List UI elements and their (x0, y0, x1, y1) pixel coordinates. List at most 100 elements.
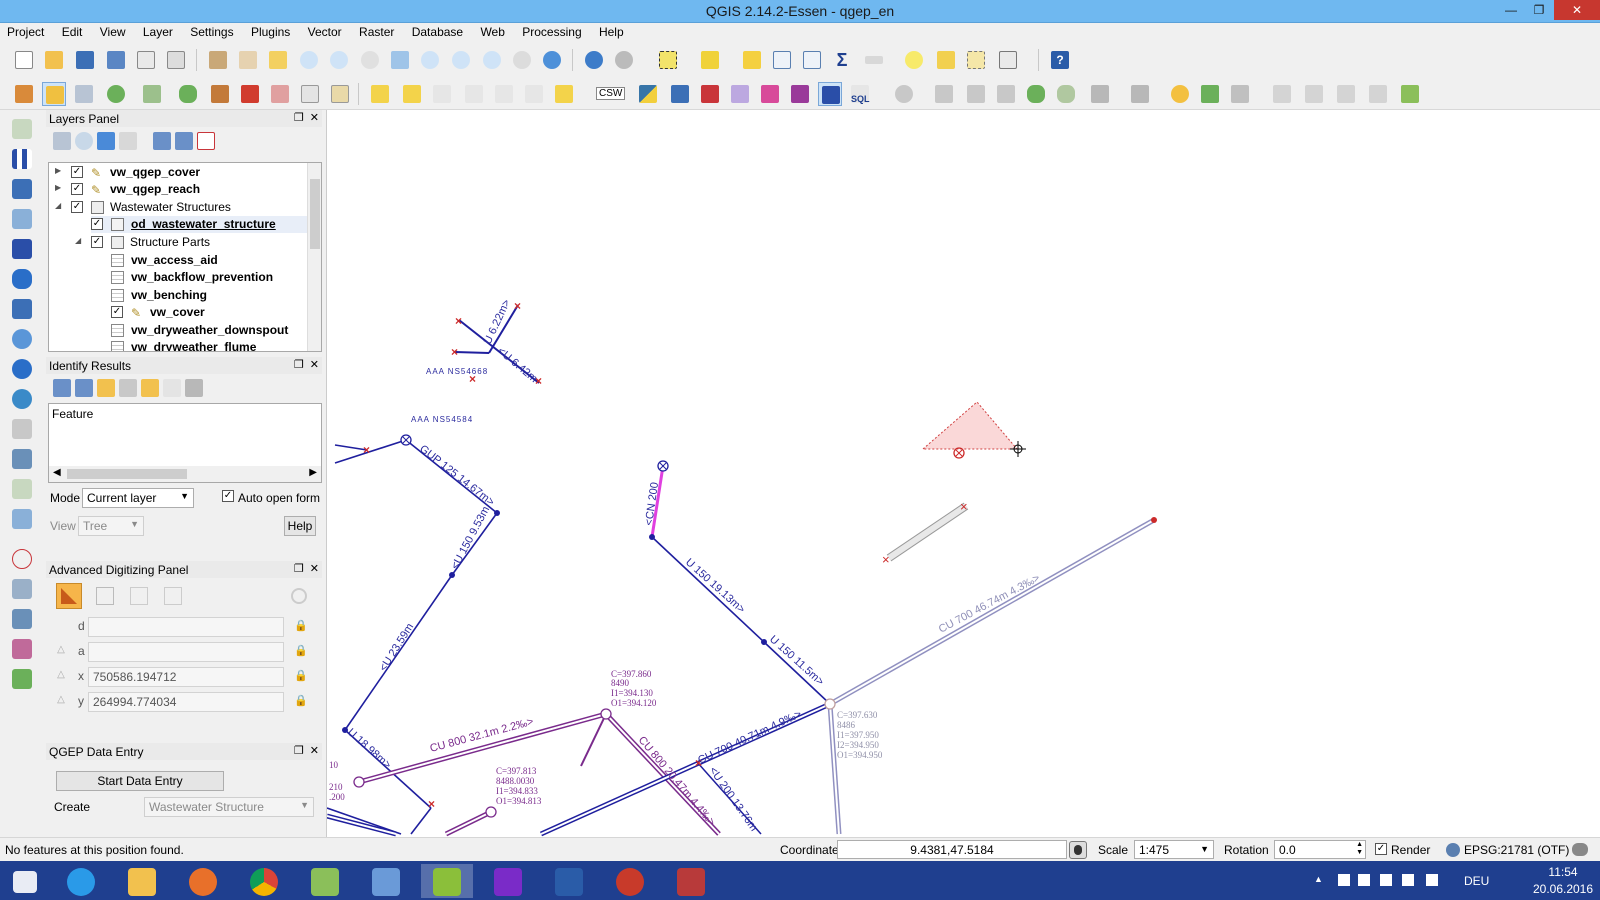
node-edit-button[interactable] (208, 82, 232, 106)
tree-item-vw-access-aid[interactable]: vw_access_aid (49, 252, 305, 269)
menu-edit[interactable]: Edit (55, 23, 90, 39)
menu-plugins[interactable]: Plugins (244, 23, 297, 39)
crs-label[interactable]: EPSG:21781 (OTF) (1464, 843, 1569, 857)
scroll-left-icon[interactable]: ◀ (53, 467, 61, 478)
float-icon[interactable]: ❐ (294, 563, 304, 575)
flag-icon[interactable] (1338, 874, 1350, 886)
menu-settings[interactable]: Settings (183, 23, 240, 39)
clock-time[interactable]: 11:54 (1528, 865, 1598, 879)
close-icon[interactable]: ✕ (310, 359, 319, 371)
maximize-button[interactable]: ❐ (1525, 0, 1553, 20)
menu-web[interactable]: Web (473, 23, 511, 39)
remove-layer-button[interactable] (194, 129, 218, 153)
lock-icon[interactable]: 🔒 (294, 669, 308, 685)
filter-expression-button[interactable] (116, 129, 140, 153)
move-feature-button[interactable] (176, 82, 200, 106)
taskbar-app-64[interactable] (604, 864, 656, 898)
taskbar-search[interactable] (482, 864, 534, 898)
taskbar-image-viewer[interactable] (360, 864, 412, 898)
manhole-node[interactable] (824, 698, 836, 710)
advanced-edit-button-11[interactable] (1228, 82, 1252, 106)
create-select[interactable]: Wastewater Structure ▼ (144, 797, 314, 817)
menu-project[interactable]: Project (0, 23, 51, 39)
add-virtual-layer-button[interactable] (8, 446, 36, 472)
label-toolbar-button-1[interactable] (368, 82, 392, 106)
windows-tray-icon[interactable] (1358, 874, 1370, 886)
advanced-edit-button-8[interactable] (1128, 82, 1152, 106)
advanced-edit-button-7[interactable] (1088, 82, 1112, 106)
advanced-edit-button-16[interactable] (1398, 82, 1422, 106)
manhole-node[interactable] (353, 776, 365, 788)
globe-icon[interactable] (1446, 843, 1460, 857)
lock-icon[interactable]: 🔒 (294, 644, 308, 660)
add-db2-layer-button[interactable] (8, 296, 36, 322)
gps-tool-button[interactable] (8, 546, 36, 572)
identify-hscrollbar[interactable]: ◀ ▶ (49, 466, 321, 482)
add-spatialite-layer-button[interactable] (8, 206, 36, 232)
relative-icon[interactable]: △ (54, 694, 68, 708)
refresh-button[interactable] (540, 48, 564, 72)
select-features-button[interactable] (656, 48, 680, 72)
open-project-button[interactable] (42, 48, 66, 72)
print-results-button[interactable] (182, 376, 206, 400)
toggle-extents-button[interactable] (1069, 841, 1087, 859)
new-print-composer-button[interactable] (134, 48, 158, 72)
menu-layer[interactable]: Layer (136, 23, 180, 39)
new-bookmark-button[interactable] (934, 48, 958, 72)
reach-line[interactable] (454, 351, 490, 354)
open-form-button[interactable] (116, 376, 140, 400)
label-toolbar-button-6[interactable] (522, 82, 546, 106)
enable-advanced-digitizing-button[interactable] (56, 583, 82, 609)
reach-line[interactable] (410, 807, 432, 835)
topology-checker-button[interactable] (8, 666, 36, 692)
relative-icon[interactable]: △ (54, 644, 68, 658)
close-icon[interactable]: ✕ (310, 112, 319, 124)
tree-item-vw-qgep-reach[interactable]: ▶ ✓ ✎ vw_qgep_reach (49, 181, 305, 198)
taskbar-internet-explorer[interactable] (55, 864, 107, 898)
y-input[interactable]: 264994.774034 (88, 692, 284, 712)
profile-button[interactable] (818, 82, 842, 106)
collapse-arrow-icon[interactable]: ◢ (55, 201, 61, 210)
group-checkbox[interactable]: ✓ (91, 236, 103, 248)
parallel-button[interactable] (126, 583, 152, 609)
db-manager-button[interactable]: SQL (848, 82, 872, 106)
tree-group-wastewater-structures[interactable]: ◢ ✓ Wastewater Structures (49, 199, 305, 216)
help-button[interactable]: Help (284, 516, 316, 536)
pan-map-button[interactable] (236, 48, 260, 72)
auto-open-checkbox[interactable]: ✓ (222, 490, 234, 502)
run-feature-action-button[interactable] (612, 48, 636, 72)
identify-features-button[interactable] (582, 48, 606, 72)
expand-arrow-icon[interactable]: ▶ (55, 166, 61, 175)
plugin-button-3[interactable] (728, 82, 752, 106)
volume-icon[interactable] (1426, 874, 1438, 886)
taskbar-editor[interactable] (299, 864, 351, 898)
start-data-entry-button[interactable]: Start Data Entry (56, 771, 224, 791)
zoom-native-button[interactable] (358, 48, 382, 72)
statistical-summary-button[interactable] (800, 48, 824, 72)
cut-features-button[interactable] (268, 82, 292, 106)
plugin-button-4[interactable] (758, 82, 782, 106)
add-group-button[interactable] (50, 129, 74, 153)
menu-vector[interactable]: Vector (301, 23, 349, 39)
reach-line[interactable] (334, 439, 407, 464)
close-icon[interactable]: ✕ (310, 563, 319, 575)
map-canvas[interactable]: × × × × × AAA NS54668 U 6.22m> <U 6.42m … (326, 110, 1600, 844)
collapse-results-button[interactable] (72, 376, 96, 400)
float-icon[interactable]: ❐ (294, 112, 304, 124)
menu-database[interactable]: Database (405, 23, 470, 39)
advanced-edit-button-9[interactable] (1168, 82, 1192, 106)
zoom-next-button[interactable] (510, 48, 534, 72)
settings-button[interactable] (288, 585, 310, 607)
open-attribute-table-button[interactable] (770, 48, 794, 72)
input-language[interactable]: DEU (1464, 874, 1489, 888)
zoom-last-button[interactable] (480, 48, 504, 72)
advanced-edit-button-6[interactable] (1054, 82, 1078, 106)
save-project-button[interactable] (73, 48, 97, 72)
show-bookmarks-button[interactable] (964, 48, 988, 72)
add-wfs-layer-button[interactable] (8, 386, 36, 412)
expand-all-button[interactable] (150, 129, 174, 153)
python-console-button[interactable] (636, 82, 660, 106)
messages-icon[interactable] (1572, 843, 1588, 856)
select-by-expression-button[interactable] (698, 48, 722, 72)
group-checkbox[interactable]: ✓ (71, 201, 83, 213)
